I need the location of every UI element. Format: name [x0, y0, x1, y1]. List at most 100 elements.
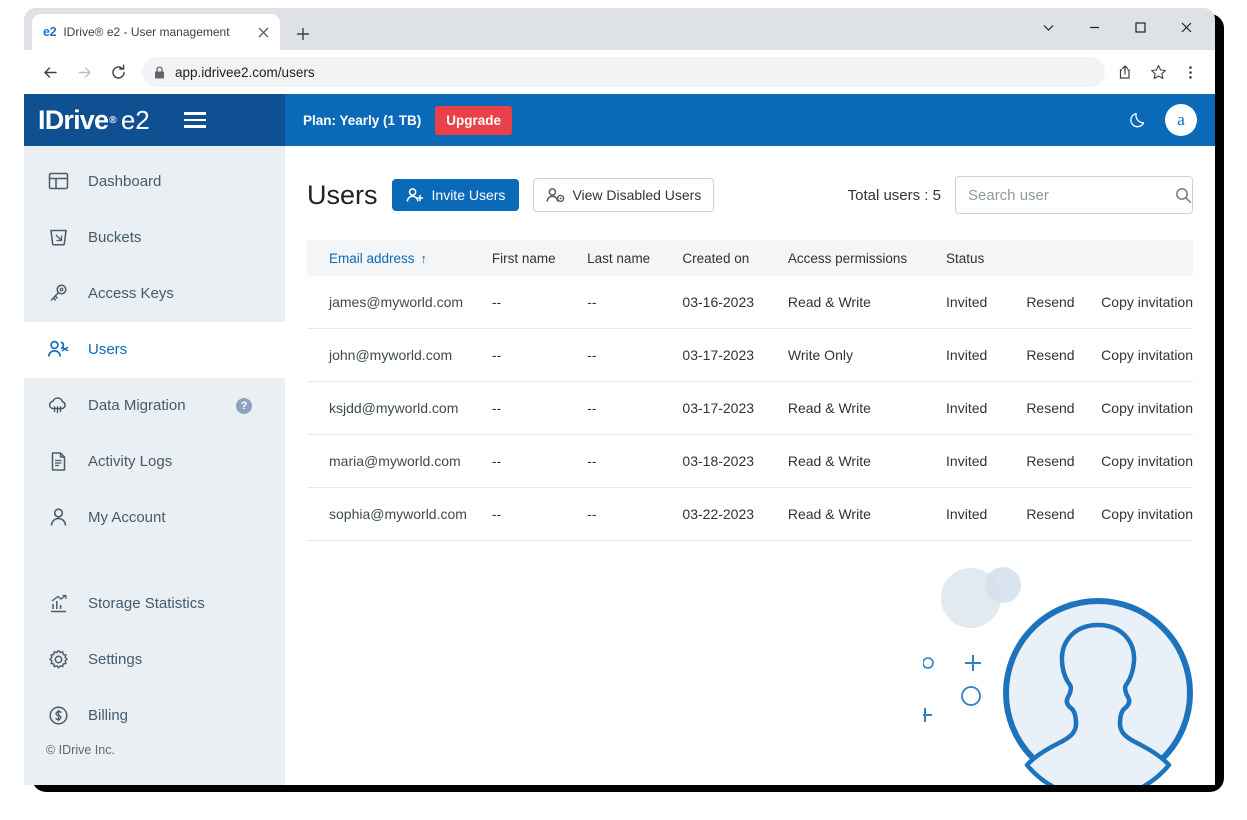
sidebar-item-label: Settings: [88, 650, 143, 668]
cell-last-name: --: [587, 328, 683, 382]
minimize-icon[interactable]: [1071, 12, 1117, 42]
table-row[interactable]: sophia@myworld.com -- -- 03-22-2023 Read…: [307, 487, 1193, 541]
resend-link[interactable]: Resend: [1026, 434, 1102, 488]
cell-first-name: --: [491, 381, 588, 435]
main-content: Users Invite Users View Disabled Users T…: [285, 146, 1215, 785]
table-row[interactable]: maria@myworld.com -- -- 03-18-2023 Read …: [307, 434, 1193, 488]
sidebar-item-label: Dashboard: [88, 173, 162, 191]
view-disabled-users-button[interactable]: View Disabled Users: [533, 178, 715, 212]
resend-link[interactable]: Resend: [1026, 381, 1102, 435]
resend-link[interactable]: Resend: [1026, 328, 1102, 382]
hamburger-menu-icon[interactable]: [180, 106, 210, 134]
sidebar-item-label: Access Keys: [88, 285, 174, 303]
help-badge-icon[interactable]: ?: [236, 397, 252, 414]
bucket-icon: [46, 226, 70, 250]
window-controls: [1025, 12, 1209, 42]
sidebar-item-activity-logs[interactable]: Activity Logs: [24, 434, 285, 490]
brand-logo[interactable]: IDrive ® e2: [38, 105, 150, 136]
browser-toolbar: app.idrivee2.com/users: [24, 50, 1215, 94]
reload-icon[interactable]: [102, 56, 134, 88]
search-input[interactable]: [968, 186, 1167, 204]
cell-email: sophia@myworld.com: [307, 487, 492, 541]
copy-invitation-link[interactable]: Copy invitation: [1101, 276, 1193, 329]
bookmark-star-icon[interactable]: [1143, 57, 1173, 87]
sidebar-item-label: My Account: [88, 508, 166, 526]
sidebar-item-label: Users: [88, 341, 128, 359]
search-icon[interactable]: [1175, 187, 1192, 204]
sidebar-navigation: Dashboard Buckets Access Keys Users Data…: [24, 146, 285, 785]
table-row[interactable]: john@myworld.com -- -- 03-17-2023 Write …: [307, 328, 1193, 382]
resend-link[interactable]: Resend: [1026, 276, 1102, 329]
window-close-icon[interactable]: [1163, 12, 1209, 42]
copy-invitation-link[interactable]: Copy invitation: [1101, 381, 1193, 435]
forward-icon[interactable]: [68, 56, 100, 88]
browser-tab[interactable]: e2 IDrive® e2 - User management: [32, 14, 280, 50]
cell-first-name: --: [491, 487, 588, 541]
copy-invitation-link[interactable]: Copy invitation: [1101, 434, 1193, 488]
sidebar-divider-gap: [24, 545, 285, 575]
tab-search-chevron-icon[interactable]: [1025, 12, 1071, 42]
table-header: Email address ↑ First name Last name Crea…: [307, 240, 1193, 276]
column-header-first-name[interactable]: First name: [491, 240, 588, 276]
sidebar-item-dashboard[interactable]: Dashboard: [24, 154, 285, 210]
search-user-box[interactable]: [955, 176, 1193, 214]
cell-email: john@myworld.com: [307, 328, 492, 382]
column-header-resend: [1026, 240, 1102, 276]
cell-status: Invited: [946, 434, 1027, 488]
sidebar-item-storage-statistics[interactable]: Storage Statistics: [24, 575, 285, 631]
app-header-bar: IDrive ® e2 Plan: Yearly (1 TB) Upgrade a: [24, 94, 1215, 146]
table-row[interactable]: james@myworld.com -- -- 03-16-2023 Read …: [307, 276, 1193, 329]
sidebar-item-access-keys[interactable]: Access Keys: [24, 266, 285, 322]
invite-users-button[interactable]: Invite Users: [391, 179, 520, 211]
document-icon: [46, 449, 70, 473]
column-header-created-on[interactable]: Created on: [682, 240, 788, 276]
table-body: james@myworld.com -- -- 03-16-2023 Read …: [307, 276, 1193, 541]
moon-icon[interactable]: [1125, 107, 1151, 133]
address-bar[interactable]: app.idrivee2.com/users: [142, 57, 1105, 87]
cell-last-name: --: [587, 276, 683, 329]
logo-panel: IDrive ® e2: [24, 94, 285, 146]
back-icon[interactable]: [34, 56, 66, 88]
new-tab-button[interactable]: [290, 21, 316, 47]
cell-first-name: --: [491, 328, 588, 382]
cell-first-name: --: [491, 276, 588, 329]
share-icon[interactable]: [1111, 57, 1141, 87]
user-avatar[interactable]: a: [1165, 104, 1197, 136]
dollar-icon: [46, 703, 70, 727]
sidebar-item-settings[interactable]: Settings: [24, 631, 285, 687]
cell-access: Read & Write: [787, 487, 947, 541]
column-header-email[interactable]: Email address ↑: [307, 240, 492, 276]
user-avatar-illustration: [918, 563, 1215, 785]
sidebar-item-label: Data Migration: [88, 397, 186, 415]
sidebar-item-my-account[interactable]: My Account: [24, 489, 285, 545]
maximize-icon[interactable]: [1117, 12, 1163, 42]
tab-close-icon[interactable]: [254, 23, 272, 41]
upgrade-button[interactable]: Upgrade: [435, 105, 513, 135]
person-icon: [46, 505, 70, 529]
browser-tab-strip: e2 IDrive® e2 - User management: [24, 8, 1215, 50]
dashboard-icon: [46, 170, 70, 194]
sidebar-item-billing[interactable]: Billing: [24, 687, 285, 743]
cell-access: Read & Write: [787, 434, 947, 488]
sidebar-item-label: Billing: [88, 706, 129, 724]
sidebar-item-label: Storage Statistics: [88, 594, 205, 612]
table-row[interactable]: ksjdd@myworld.com -- -- 03-17-2023 Read …: [307, 381, 1193, 435]
copy-invitation-link[interactable]: Copy invitation: [1101, 328, 1193, 382]
kebab-menu-icon[interactable]: [1175, 57, 1205, 87]
copy-invitation-link[interactable]: Copy invitation: [1101, 487, 1193, 541]
browser-window: e2 IDrive® e2 - User management app.idri…: [24, 8, 1215, 785]
header-right-section: Plan: Yearly (1 TB) Upgrade a: [285, 94, 1215, 146]
sidebar-item-data-migration[interactable]: Data Migration ?: [24, 378, 285, 434]
cell-status: Invited: [946, 276, 1027, 329]
cell-last-name: --: [587, 381, 683, 435]
column-header-last-name[interactable]: Last name: [587, 240, 683, 276]
column-header-status[interactable]: Status: [946, 240, 1027, 276]
column-header-access-permissions[interactable]: Access permissions: [787, 240, 947, 276]
key-icon: [46, 282, 70, 306]
resend-link[interactable]: Resend: [1026, 487, 1102, 541]
tab-title: IDrive® e2 - User management: [63, 25, 230, 39]
sidebar-item-users[interactable]: Users: [24, 321, 285, 378]
cell-created-on: 03-17-2023: [682, 328, 788, 382]
page-header: Users Invite Users View Disabled Users T…: [307, 146, 1193, 214]
sidebar-item-buckets[interactable]: Buckets: [24, 210, 285, 266]
